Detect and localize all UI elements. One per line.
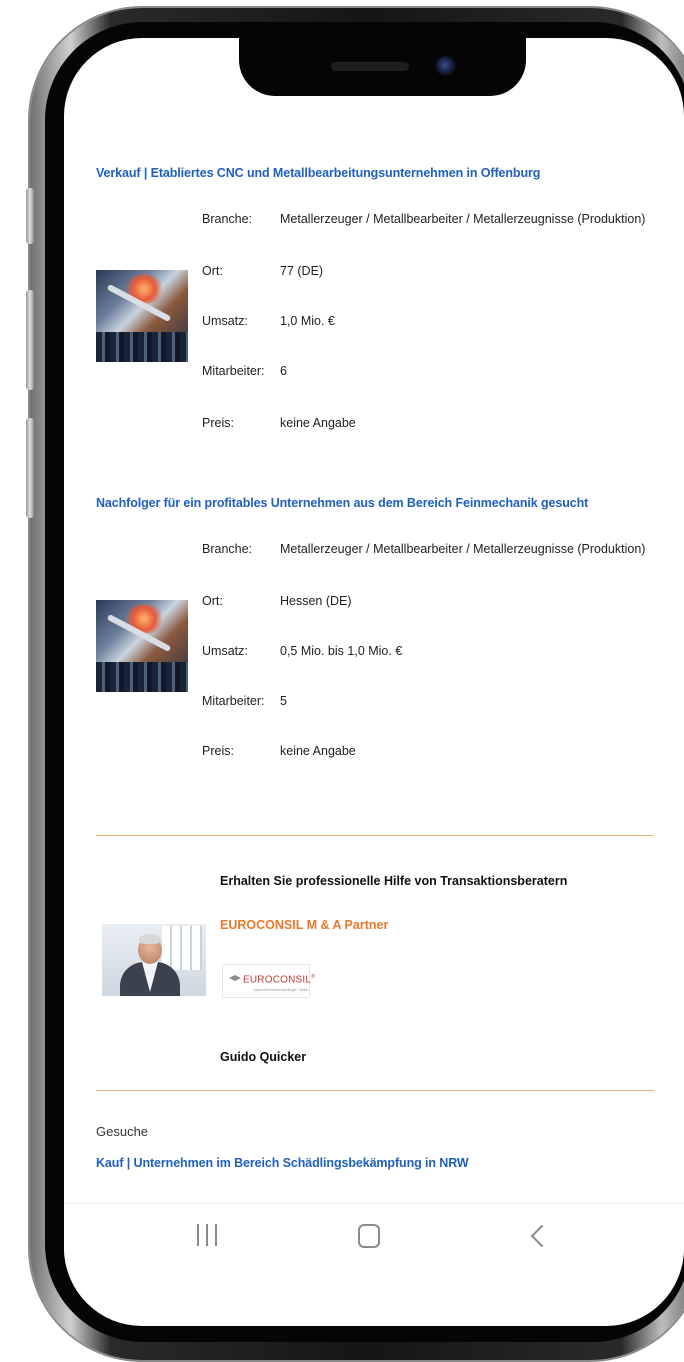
system-navigation-bar — [64, 1203, 684, 1264]
section-divider — [96, 835, 654, 836]
field-label-preis: Preis: — [202, 416, 234, 430]
field-label-branche: Branche: — [202, 542, 253, 556]
listing-thumbnail[interactable] — [96, 270, 188, 362]
field-value-preis: keine Angabe — [280, 416, 356, 430]
field-label-umsatz: Umsatz: — [202, 644, 248, 658]
advisor-photo[interactable] — [102, 924, 206, 996]
recents-icon[interactable] — [197, 1224, 219, 1246]
search-item-link[interactable]: Kauf | Unternehmen im Bereich Schädlings… — [96, 1156, 469, 1170]
field-value-mitarbeiter: 5 — [280, 694, 287, 708]
back-chevron-icon[interactable] — [530, 1224, 554, 1248]
advisor-company-link[interactable]: EUROCONSIL M & A Partner — [220, 918, 388, 932]
volume-down-button — [26, 418, 34, 518]
phone-screen: Verkauf | Etabliertes CNC und Metallbear… — [64, 38, 684, 1326]
field-label-mitarbeiter: Mitarbeiter: — [202, 694, 265, 708]
logo-text: EUROCONSIL® — [243, 974, 316, 986]
company-logo[interactable]: EUROCONSIL® Unternehmensnachfolge / M&A — [222, 964, 315, 998]
field-label-umsatz: Umsatz: — [202, 314, 248, 328]
field-value-branche: Metallerzeuger / Metallbearbeiter / Meta… — [280, 542, 646, 556]
home-icon[interactable] — [358, 1224, 380, 1248]
volume-up-button — [26, 290, 34, 390]
field-label-mitarbeiter: Mitarbeiter: — [202, 364, 265, 378]
field-value-preis: keine Angabe — [280, 744, 356, 758]
field-label-preis: Preis: — [202, 744, 234, 758]
section-divider — [96, 1090, 654, 1091]
listing-title-link[interactable]: Nachfolger für ein profitables Unternehm… — [96, 496, 588, 510]
field-label-ort: Ort: — [202, 264, 223, 278]
notch — [239, 38, 526, 96]
speaker-grille — [331, 62, 409, 71]
field-value-ort: 77 (DE) — [280, 264, 324, 278]
front-camera-icon — [436, 56, 456, 76]
logo-subtext: Unternehmensnachfolge / M&A — [253, 987, 309, 992]
logo-diamond-icon — [229, 975, 241, 981]
field-value-umsatz: 1,0 Mio. € — [280, 314, 335, 328]
field-value-umsatz: 0,5 Mio. bis 1,0 Mio. € — [280, 644, 403, 658]
listing-title-link[interactable]: Verkauf | Etabliertes CNC und Metallbear… — [96, 166, 540, 180]
listing-thumbnail[interactable] — [96, 600, 188, 692]
searches-heading: Gesuche — [96, 1124, 149, 1139]
mute-switch — [26, 188, 34, 244]
advisor-heading: Erhalten Sie professionelle Hilfe von Tr… — [220, 874, 568, 888]
field-label-ort: Ort: — [202, 594, 223, 608]
field-value-branche: Metallerzeuger / Metallbearbeiter / Meta… — [280, 212, 646, 226]
field-label-branche: Branche: — [202, 212, 253, 226]
advisor-name: Guido Quicker — [220, 1050, 307, 1064]
field-value-mitarbeiter: 6 — [280, 364, 287, 378]
field-value-ort: Hessen (DE) — [280, 594, 352, 608]
